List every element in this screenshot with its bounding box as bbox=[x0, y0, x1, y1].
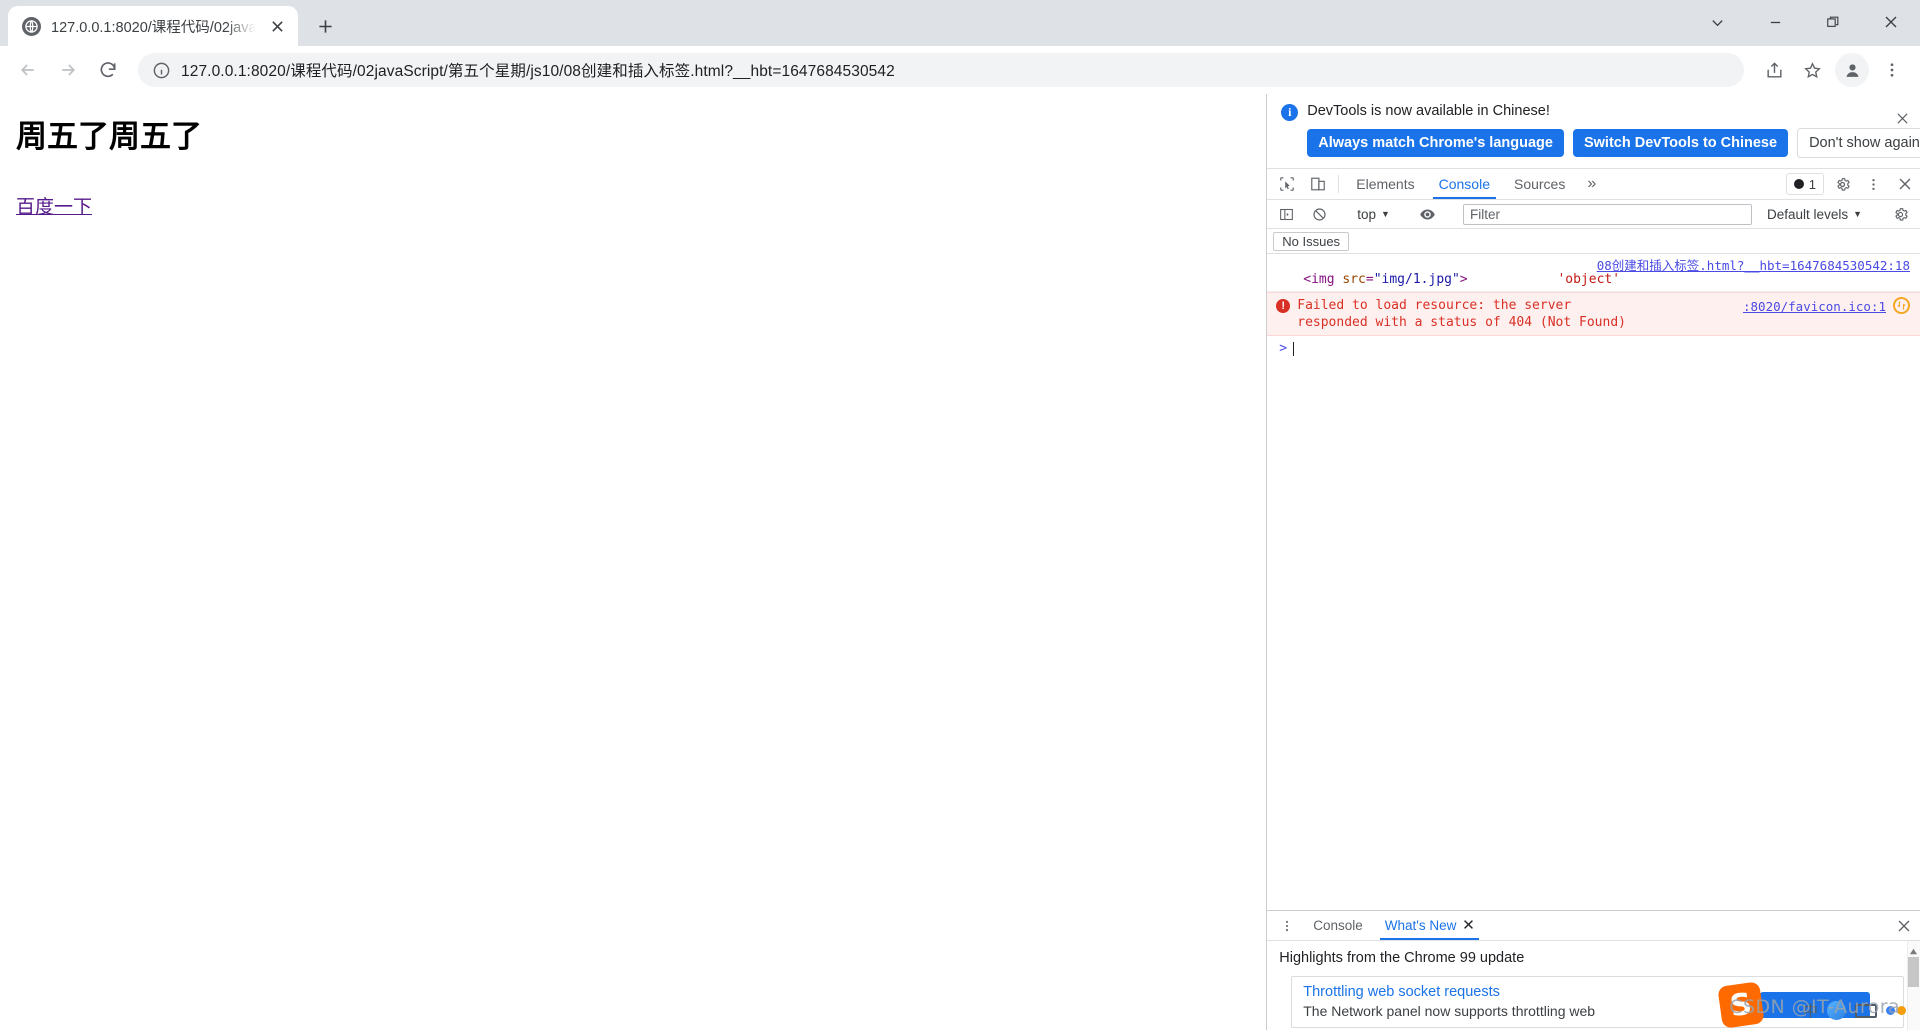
network-request-icon[interactable] bbox=[1893, 297, 1910, 314]
info-icon: i bbox=[1281, 104, 1299, 121]
toolbar-icons bbox=[1756, 52, 1910, 88]
error-count-badge[interactable]: 1 bbox=[1785, 173, 1824, 195]
forward-button[interactable] bbox=[50, 52, 86, 88]
log-levels-value: Default levels bbox=[1767, 206, 1849, 222]
tab-strip: 127.0.0.1:8020/课程代码/02java bbox=[0, 0, 1920, 46]
markup-open: < bbox=[1303, 272, 1312, 287]
console-filter-bar: top ▼ Default levels ▼ bbox=[1267, 200, 1920, 229]
markup-attr-value: "img/1.jpg" bbox=[1373, 272, 1460, 287]
tab-close-icon[interactable] bbox=[266, 15, 288, 37]
back-button[interactable] bbox=[10, 52, 46, 88]
csdn-watermark: CSDN @IT-Aurora bbox=[1729, 996, 1900, 1018]
issues-bar: No Issues bbox=[1267, 229, 1920, 254]
viewport: 周五了周五了 百度一下 i DevTools is now available … bbox=[0, 94, 1920, 1030]
profile-avatar[interactable] bbox=[1835, 53, 1869, 87]
devtools-tabbar-right: 1 bbox=[1783, 169, 1920, 199]
minimize-icon[interactable] bbox=[1746, 0, 1804, 44]
baidu-link[interactable]: 百度一下 bbox=[16, 192, 92, 219]
star-icon[interactable] bbox=[1794, 52, 1830, 88]
console-sidebar-icon[interactable] bbox=[1271, 207, 1302, 222]
drawer-tab-whats-new-label: What's New bbox=[1384, 918, 1457, 933]
chevron-down-icon: ▼ bbox=[1381, 209, 1390, 219]
log-object-value: 'object' bbox=[1557, 272, 1621, 287]
scrollbar-thumb[interactable] bbox=[1908, 957, 1919, 987]
markup-tag: img bbox=[1311, 272, 1335, 287]
whats-new-heading: Highlights from the Chrome 99 update bbox=[1279, 950, 1525, 966]
drawer-tab-console-label: Console bbox=[1313, 918, 1363, 933]
tab-console[interactable]: Console bbox=[1427, 169, 1502, 199]
reload-button[interactable] bbox=[90, 52, 126, 88]
drawer-tab-close-icon[interactable] bbox=[1463, 918, 1474, 933]
restore-icon[interactable] bbox=[1804, 0, 1862, 44]
drawer-tabbar: Console What's New bbox=[1267, 911, 1920, 941]
window-close-icon[interactable] bbox=[1862, 0, 1920, 44]
notice-text: DevTools is now available in Chinese! bbox=[1307, 103, 1550, 119]
drawer-tab-whats-new[interactable]: What's New bbox=[1374, 911, 1486, 940]
address-bar-url: 127.0.0.1:8020/课程代码/02javaScript/第五个星期/j… bbox=[181, 63, 895, 80]
markup-close: > bbox=[1459, 272, 1468, 287]
browser-toolbar: 127.0.0.1:8020/课程代码/02javaScript/第五个星期/j… bbox=[0, 46, 1920, 94]
live-expression-icon[interactable] bbox=[1412, 206, 1443, 223]
gear-icon[interactable] bbox=[1827, 169, 1858, 199]
console-prompt[interactable]: > bbox=[1267, 336, 1920, 361]
log-source-link[interactable]: 08创建和插入标签.html?__hbt=1647684530542:18 bbox=[1597, 257, 1910, 274]
error-count: 1 bbox=[1808, 176, 1816, 192]
browser-window: 127.0.0.1:8020/课程代码/02java 127.0.0.1:802… bbox=[0, 0, 1920, 1030]
new-tab-button[interactable] bbox=[308, 9, 342, 43]
info-circle-icon[interactable] bbox=[152, 61, 171, 80]
notice-body: DevTools is now available in Chinese! Al… bbox=[1307, 102, 1920, 158]
inspect-cursor-icon[interactable] bbox=[1271, 169, 1302, 199]
globe-icon bbox=[22, 16, 41, 36]
chevron-down-icon: ▼ bbox=[1853, 209, 1862, 219]
notice-actions: Always match Chrome's language Switch De… bbox=[1307, 128, 1920, 158]
scroll-up-arrow-icon[interactable] bbox=[1909, 943, 1918, 955]
always-match-language-button[interactable]: Always match Chrome's language bbox=[1307, 129, 1564, 157]
share-icon[interactable] bbox=[1756, 52, 1792, 88]
dont-show-again-button[interactable]: Don't show again bbox=[1797, 128, 1920, 158]
console-settings-gear-icon[interactable] bbox=[1885, 206, 1916, 223]
error-dot-icon bbox=[1793, 179, 1804, 189]
devtools-tabbar: Elements Console Sources » 1 bbox=[1267, 168, 1920, 200]
toolbar-divider bbox=[1338, 175, 1340, 193]
whats-new-scrollbar[interactable] bbox=[1907, 941, 1920, 1030]
tab-title: 127.0.0.1:8020/课程代码/02java bbox=[51, 19, 256, 36]
console-error-entry[interactable]: ! Failed to load resource: the server re… bbox=[1267, 292, 1920, 336]
execution-context-value: top bbox=[1357, 206, 1377, 222]
console-log[interactable]: 08创建和插入标签.html?__hbt=1647684530542:18 <i… bbox=[1267, 254, 1920, 910]
devtools-close-icon[interactable] bbox=[1889, 169, 1920, 199]
error-message-line1: Failed to load resource: the server bbox=[1297, 298, 1572, 313]
console-log-entry[interactable]: 08创建和插入标签.html?__hbt=1647684530542:18 <i… bbox=[1267, 254, 1920, 292]
markup-attr: src bbox=[1342, 272, 1366, 287]
window-controls bbox=[1688, 0, 1920, 44]
switch-devtools-chinese-button[interactable]: Switch DevTools to Chinese bbox=[1572, 129, 1789, 157]
device-toolbar-icon[interactable] bbox=[1302, 169, 1333, 199]
console-filter-input[interactable] bbox=[1462, 203, 1753, 225]
drawer-close-icon[interactable] bbox=[1888, 911, 1920, 940]
error-icon: ! bbox=[1276, 299, 1291, 313]
error-source-link[interactable]: :8020/favicon.ico:1 bbox=[1743, 298, 1886, 315]
page-content: 周五了周五了 百度一下 bbox=[0, 94, 1268, 1030]
chevron-down-icon[interactable] bbox=[1688, 0, 1746, 44]
devtools-more-icon[interactable] bbox=[1858, 169, 1889, 199]
devtools-panel: i DevTools is now available in Chinese! … bbox=[1267, 94, 1920, 1030]
devtools-language-notice: i DevTools is now available in Chinese! … bbox=[1267, 94, 1920, 168]
text-cursor bbox=[1293, 341, 1295, 356]
error-message: Failed to load resource: the server resp… bbox=[1297, 297, 1657, 331]
address-bar[interactable]: 127.0.0.1:8020/课程代码/02javaScript/第五个星期/j… bbox=[138, 53, 1744, 87]
drawer-tab-console[interactable]: Console bbox=[1302, 911, 1374, 940]
no-issues-chip[interactable]: No Issues bbox=[1273, 231, 1350, 251]
tabs-overflow-icon[interactable]: » bbox=[1577, 169, 1606, 199]
prompt-caret-icon: > bbox=[1279, 341, 1288, 356]
clear-console-icon[interactable] bbox=[1304, 207, 1335, 222]
browser-menu-icon[interactable] bbox=[1874, 52, 1910, 88]
log-levels-select[interactable]: Default levels ▼ bbox=[1759, 207, 1870, 222]
drawer-menu-icon[interactable] bbox=[1271, 911, 1302, 940]
error-message-line2: responded with a status of 404 (Not Foun… bbox=[1297, 315, 1626, 330]
tab-sources[interactable]: Sources bbox=[1502, 169, 1577, 199]
tab-elements[interactable]: Elements bbox=[1344, 169, 1426, 199]
execution-context-select[interactable]: top ▼ bbox=[1350, 207, 1397, 222]
page-heading: 周五了周五了 bbox=[16, 119, 202, 155]
notice-close-icon[interactable] bbox=[1892, 108, 1912, 128]
browser-tab[interactable]: 127.0.0.1:8020/课程代码/02java bbox=[8, 6, 298, 46]
